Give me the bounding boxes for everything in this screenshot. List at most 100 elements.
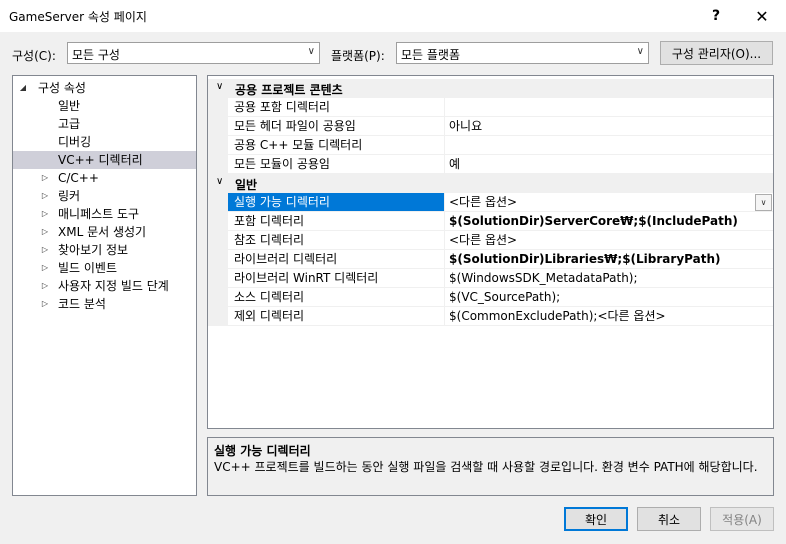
tree-item-label: 링커 bbox=[58, 189, 81, 203]
property-row-selected[interactable]: 실행 가능 디렉터리 <다른 옵션> ∨ bbox=[208, 193, 773, 212]
expand-triangle-icon[interactable]: ▷ bbox=[39, 205, 51, 223]
chevron-down-icon: ∨ bbox=[307, 46, 315, 57]
row-margin bbox=[208, 98, 228, 117]
property-tree[interactable]: ◢ 구성 속성 일반 고급 디버깅 VC++ 디렉터리 ▷ C/C++ ▷ 링커… bbox=[12, 75, 197, 496]
chevron-down-icon: ∨ bbox=[636, 46, 644, 57]
property-grid[interactable]: ∨ 공용 프로젝트 콘텐츠 공용 포함 디렉터리 모든 헤더 파일이 공용임 아… bbox=[207, 75, 774, 429]
platform-value: 모든 플랫폼 bbox=[401, 48, 461, 62]
tree-item-linker[interactable]: ▷ 링커 bbox=[13, 187, 196, 205]
cancel-button[interactable]: 취소 bbox=[637, 507, 701, 531]
platform-dropdown[interactable]: 모든 플랫폼 ∨ bbox=[396, 42, 649, 64]
description-panel: 실행 가능 디렉터리 VC++ 프로젝트를 빌드하는 동안 실행 파일을 검색할… bbox=[207, 437, 774, 496]
tree-item-label: 일반 bbox=[58, 99, 81, 113]
property-name: 제외 디렉터리 bbox=[228, 307, 445, 326]
collapse-triangle-icon[interactable]: ◢ bbox=[17, 79, 29, 97]
tree-root[interactable]: ◢ 구성 속성 bbox=[13, 79, 196, 97]
property-row[interactable]: 제외 디렉터리 $(CommonExcludePath);<다른 옵션> bbox=[208, 307, 773, 326]
property-row[interactable]: 공용 C++ 모듈 디렉터리 bbox=[208, 136, 773, 155]
ok-button[interactable]: 확인 bbox=[564, 507, 628, 531]
tree-item-label: 코드 분석 bbox=[58, 297, 106, 311]
tree-item-label: 찾아보기 정보 bbox=[58, 243, 129, 257]
expand-triangle-icon[interactable]: ▷ bbox=[39, 277, 51, 295]
category-public-content[interactable]: ∨ 공용 프로젝트 콘텐츠 bbox=[208, 79, 773, 98]
expand-triangle-icon[interactable]: ▷ bbox=[39, 223, 51, 241]
tree-item-build-events[interactable]: ▷ 빌드 이벤트 bbox=[13, 259, 196, 277]
tree-item-label: 매니페스트 도구 bbox=[58, 207, 140, 221]
expand-triangle-icon[interactable]: ▷ bbox=[39, 187, 51, 205]
property-row[interactable]: 라이브러리 WinRT 디렉터리 $(WindowsSDK_MetadataPa… bbox=[208, 269, 773, 288]
row-margin bbox=[208, 193, 228, 212]
tree-item-code-analysis[interactable]: ▷ 코드 분석 bbox=[13, 295, 196, 313]
property-row[interactable]: 공용 포함 디렉터리 bbox=[208, 98, 773, 117]
tree-item-xml-doc[interactable]: ▷ XML 문서 생성기 bbox=[13, 223, 196, 241]
row-margin bbox=[208, 212, 228, 231]
tree-item-label: 디버깅 bbox=[58, 135, 92, 149]
config-dropdown[interactable]: 모든 구성 ∨ bbox=[67, 42, 320, 64]
property-row[interactable]: 라이브러리 디렉터리 $(SolutionDir)Libraries₩;$(Li… bbox=[208, 250, 773, 269]
tree-item-browse-info[interactable]: ▷ 찾아보기 정보 bbox=[13, 241, 196, 259]
property-value[interactable]: $(CommonExcludePath);<다른 옵션> bbox=[445, 307, 773, 326]
help-button[interactable]: ? bbox=[694, 0, 738, 32]
row-margin bbox=[208, 269, 228, 288]
config-value: 모든 구성 bbox=[72, 48, 120, 62]
tree-item-label: 빌드 이벤트 bbox=[58, 261, 118, 275]
property-row[interactable]: 포함 디렉터리 $(SolutionDir)ServerCore₩;$(Incl… bbox=[208, 212, 773, 231]
property-value[interactable] bbox=[445, 98, 773, 117]
close-button[interactable]: ✕ bbox=[740, 0, 784, 32]
property-name: 라이브러리 WinRT 디렉터리 bbox=[228, 269, 445, 288]
property-value[interactable] bbox=[445, 136, 773, 155]
category-label: 공용 프로젝트 콘텐츠 bbox=[235, 83, 343, 97]
config-manager-button[interactable]: 구성 관리자(O)... bbox=[660, 41, 773, 65]
row-margin bbox=[208, 155, 228, 174]
row-margin bbox=[208, 136, 228, 155]
property-value[interactable]: <다른 옵션> ∨ bbox=[445, 193, 773, 212]
dropdown-button[interactable]: ∨ bbox=[755, 194, 772, 211]
tree-item-advanced[interactable]: 고급 bbox=[13, 115, 196, 133]
property-row[interactable]: 소스 디렉터리 $(VC_SourcePath); bbox=[208, 288, 773, 307]
row-margin bbox=[208, 250, 228, 269]
property-name: 모든 헤더 파일이 공용임 bbox=[228, 117, 445, 136]
property-value[interactable]: $(VC_SourcePath); bbox=[445, 288, 773, 307]
tree-item-c-cpp[interactable]: ▷ C/C++ bbox=[13, 169, 196, 187]
config-label: 구성(C): bbox=[12, 49, 56, 63]
description-title: 실행 가능 디렉터리 bbox=[214, 444, 311, 458]
window-title: GameServer 속성 페이지 bbox=[9, 10, 147, 24]
row-margin bbox=[208, 307, 228, 326]
expand-triangle-icon[interactable]: ▷ bbox=[39, 241, 51, 259]
row-margin bbox=[208, 117, 228, 136]
tree-item-vc-directories[interactable]: VC++ 디렉터리 bbox=[13, 151, 196, 169]
category-label: 일반 bbox=[235, 178, 258, 192]
tree-item-debugging[interactable]: 디버깅 bbox=[13, 133, 196, 151]
property-value[interactable]: $(SolutionDir)Libraries₩;$(LibraryPath) bbox=[445, 250, 773, 269]
property-name: 소스 디렉터리 bbox=[228, 288, 445, 307]
row-margin bbox=[208, 288, 228, 307]
category-general[interactable]: ∨ 일반 bbox=[208, 174, 773, 193]
expand-triangle-icon[interactable]: ▷ bbox=[39, 169, 51, 187]
property-row[interactable]: 참조 디렉터리 <다른 옵션> bbox=[208, 231, 773, 250]
tree-item-general[interactable]: 일반 bbox=[13, 97, 196, 115]
tree-item-label: 고급 bbox=[58, 117, 81, 131]
tree-item-label: VC++ 디렉터리 bbox=[58, 153, 143, 167]
tree-root-label: 구성 속성 bbox=[38, 81, 86, 95]
property-row[interactable]: 모든 헤더 파일이 공용임 아니요 bbox=[208, 117, 773, 136]
property-name: 공용 C++ 모듈 디렉터리 bbox=[228, 136, 445, 155]
property-row[interactable]: 모든 모듈이 공용임 예 bbox=[208, 155, 773, 174]
property-name: 참조 디렉터리 bbox=[228, 231, 445, 250]
property-name: 포함 디렉터리 bbox=[228, 212, 445, 231]
chevron-down-icon[interactable]: ∨ bbox=[216, 81, 223, 92]
tree-item-custom-build[interactable]: ▷ 사용자 지정 빌드 단계 bbox=[13, 277, 196, 295]
property-value[interactable]: $(WindowsSDK_MetadataPath); bbox=[445, 269, 773, 288]
property-name: 모든 모듈이 공용임 bbox=[228, 155, 445, 174]
property-name: 공용 포함 디렉터리 bbox=[228, 98, 445, 117]
property-value[interactable]: <다른 옵션> bbox=[445, 231, 773, 250]
tree-item-manifest-tool[interactable]: ▷ 매니페스트 도구 bbox=[13, 205, 196, 223]
property-value[interactable]: 예 bbox=[445, 155, 773, 174]
property-value[interactable]: 아니요 bbox=[445, 117, 773, 136]
property-value-text: <다른 옵션> bbox=[449, 195, 518, 209]
property-name: 라이브러리 디렉터리 bbox=[228, 250, 445, 269]
expand-triangle-icon[interactable]: ▷ bbox=[39, 259, 51, 277]
apply-button[interactable]: 적용(A) bbox=[710, 507, 774, 531]
chevron-down-icon[interactable]: ∨ bbox=[216, 176, 223, 187]
expand-triangle-icon[interactable]: ▷ bbox=[39, 295, 51, 313]
property-value[interactable]: $(SolutionDir)ServerCore₩;$(IncludePath) bbox=[445, 212, 773, 231]
